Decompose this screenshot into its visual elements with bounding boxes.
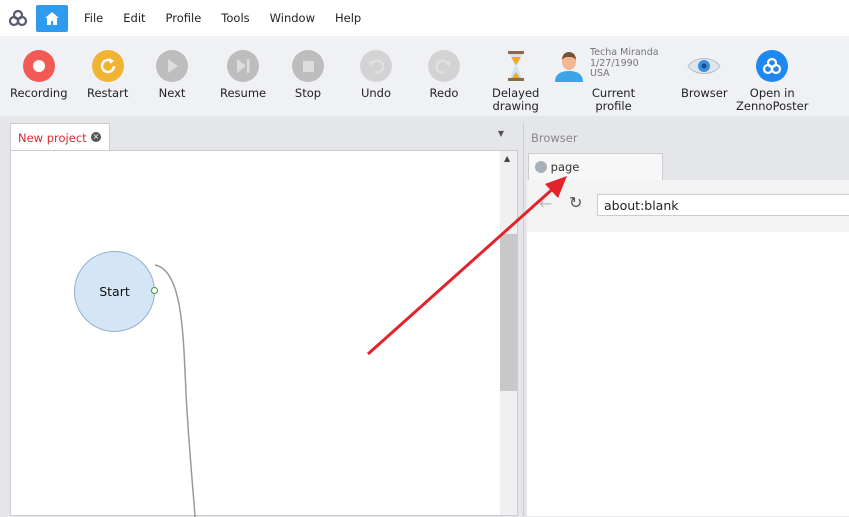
browser-page[interactable] (527, 232, 849, 516)
resume-label: Resume (220, 86, 267, 100)
skip-icon (227, 50, 260, 82)
tabs-dropdown-icon[interactable]: ▼ (498, 129, 504, 138)
scrollbar-thumb[interactable] (500, 234, 517, 391)
menu-edit[interactable]: Edit (113, 11, 155, 25)
restart-button[interactable]: Restart (87, 50, 128, 100)
browser-label: Browser (681, 86, 728, 100)
tab-label: New project (18, 131, 87, 145)
close-tab-icon[interactable]: × (91, 132, 101, 142)
project-panel: New project × ▼ Start ▲ (10, 123, 518, 517)
page-tab-label: page (550, 160, 580, 174)
browser-panel: Browser page ← ↻ about:blank (523, 123, 849, 516)
open-label-2: ZennoPoster (736, 99, 809, 113)
browser-panel-title: Browser (531, 131, 578, 145)
menu-window[interactable]: Window (260, 11, 325, 25)
tab-new-project[interactable]: New project × (10, 123, 110, 151)
open-in-zennoposter-button[interactable]: Open in ZennoPoster (736, 50, 808, 113)
reload-icon[interactable]: ↻ (569, 193, 582, 212)
stop-icon (292, 50, 324, 82)
home-button[interactable] (36, 4, 68, 32)
recording-button[interactable]: Recording (10, 50, 68, 100)
menu-file[interactable]: File (74, 11, 113, 25)
undo-icon (360, 50, 392, 82)
redo-icon (428, 50, 460, 82)
menu-tools[interactable]: Tools (211, 11, 259, 25)
next-button[interactable]: Next (156, 50, 188, 100)
project-canvas[interactable]: Start ▲ (10, 150, 518, 517)
undo-label: Undo (360, 86, 392, 100)
profile-name: Techa Miranda (590, 47, 659, 58)
stop-button[interactable]: Stop (292, 50, 324, 100)
url-input[interactable]: about:blank (597, 194, 849, 216)
avatar (555, 50, 583, 82)
recording-label: Recording (10, 86, 68, 100)
scroll-up-icon[interactable]: ▲ (504, 154, 510, 163)
toolbar: Recording Restart Next Resume Stop Undo … (0, 36, 849, 116)
start-node-label: Start (99, 284, 130, 299)
next-label: Next (158, 86, 186, 100)
play-icon (156, 50, 188, 82)
hourglass-icon (506, 50, 526, 82)
profile-country: USA (590, 68, 610, 79)
restart-label: Restart (87, 86, 129, 100)
stop-label: Stop (294, 86, 322, 100)
menu-help[interactable]: Help (325, 11, 371, 25)
app-logo-icon (0, 0, 36, 36)
back-icon[interactable]: ← (539, 194, 552, 213)
zennoposter-icon (756, 50, 789, 82)
undo-button[interactable]: Undo (360, 50, 392, 100)
record-icon (22, 50, 55, 82)
redo-label: Redo (429, 86, 459, 100)
menu-profile[interactable]: Profile (156, 11, 212, 25)
connector-dot[interactable] (151, 287, 158, 294)
menu-bar: File Edit Profile Tools Window Help (0, 0, 849, 36)
browser-button[interactable]: Browser (681, 50, 728, 100)
delayed-label-2: drawing (492, 99, 539, 113)
globe-icon (535, 161, 547, 173)
eye-icon (687, 50, 721, 82)
delayed-drawing-button[interactable]: Delayed drawing (492, 50, 539, 113)
vertical-scrollbar[interactable]: ▲ (500, 151, 517, 515)
redo-button[interactable]: Redo (428, 50, 460, 100)
profile-info: Techa Miranda 1/27/1990 USA (590, 47, 659, 80)
address-bar: ← ↻ about:blank (527, 180, 849, 232)
current-profile-label: Current profile (591, 86, 636, 113)
resume-button[interactable]: Resume (220, 50, 266, 100)
start-node[interactable]: Start (74, 251, 155, 332)
restart-icon (91, 50, 124, 82)
tab-page[interactable]: page (528, 153, 663, 181)
